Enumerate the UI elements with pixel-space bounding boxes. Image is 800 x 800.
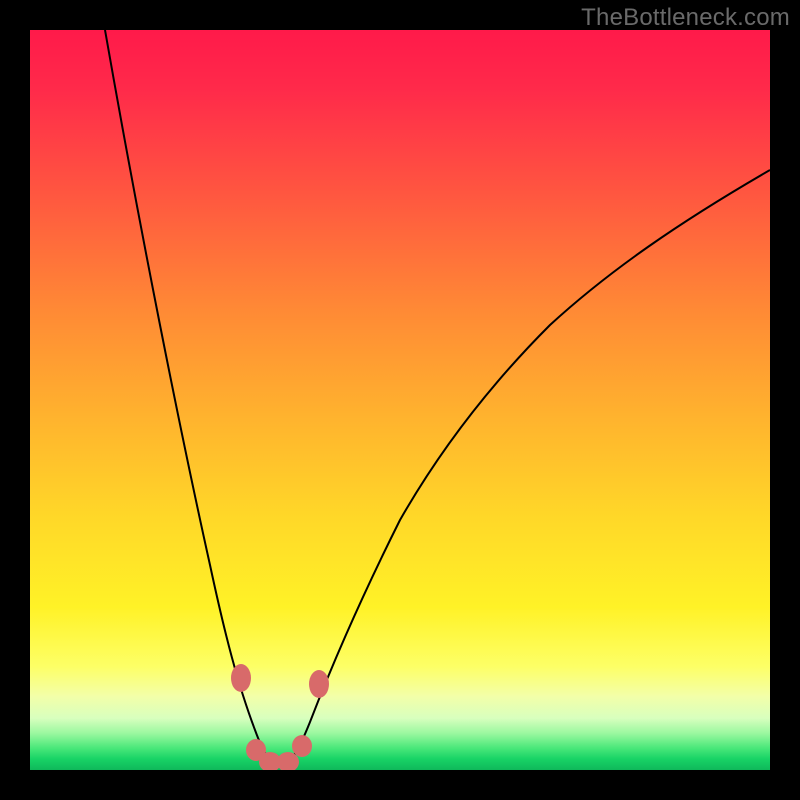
marker-dot <box>292 735 312 757</box>
chart-svg <box>30 30 770 770</box>
watermark-text: TheBottleneck.com <box>581 4 790 32</box>
marker-dot <box>277 752 299 770</box>
marker-dot <box>231 664 251 692</box>
bottleneck-curve <box>105 30 770 765</box>
marker-group <box>231 664 329 770</box>
marker-dot <box>309 670 329 698</box>
chart-area <box>30 30 770 770</box>
